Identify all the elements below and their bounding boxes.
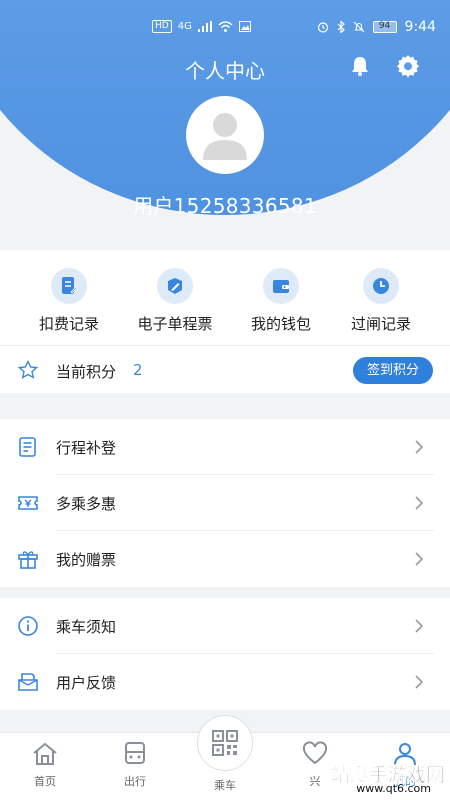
chevron-right-icon (415, 675, 424, 689)
chevron-right-icon (415, 552, 424, 566)
chevron-right-icon (415, 440, 424, 454)
user-placeholder-icon (203, 113, 247, 160)
network-badge: 4G (177, 21, 192, 32)
action-label: 过闸记录 (350, 315, 411, 333)
image-icon (238, 21, 251, 32)
action-label: 扣费记录 (38, 315, 99, 333)
clock-icon (373, 278, 389, 294)
star-icon (18, 360, 38, 379)
action-label: 电子单程票 (137, 315, 213, 333)
hd-badge: HD (152, 20, 172, 33)
receipt-icon (62, 277, 78, 294)
trip-document-icon (19, 437, 36, 457)
points-row: 当前积分 2 签到积分 (0, 345, 450, 393)
action-label: 我的钱包 (250, 315, 311, 333)
alarm-icon (317, 22, 328, 33)
menu-group-help: 乘车须知 用户反馈 (0, 598, 450, 710)
menu-item-feedback[interactable]: 用户反馈 (0, 654, 450, 710)
bell-icon[interactable] (349, 55, 371, 77)
quick-actions: 扣费记录 电子单程票 我的钱包 过闸记录 (0, 250, 450, 345)
action-wallet[interactable]: 我的钱包 (231, 268, 331, 334)
info-icon (18, 616, 38, 636)
menu-item-label: 我的赠票 (56, 551, 117, 569)
bluetooth-icon (337, 21, 345, 33)
status-bar: HD 4G 94 9:44 (0, 0, 450, 38)
menu-item-label: 多乘多惠 (56, 495, 117, 513)
mute-bell-icon (353, 21, 364, 33)
wifi-icon (218, 21, 233, 32)
watermark-url: www.qt6.com (356, 782, 431, 795)
menu-item-label: 用户反馈 (56, 674, 117, 692)
coupon-icon (18, 496, 38, 510)
feedback-icon (18, 673, 38, 691)
username: 用户15258336581 (133, 194, 317, 218)
chevron-right-icon (415, 496, 424, 510)
nav-travel[interactable]: 出行 (100, 741, 170, 789)
points-label: 当前积分 (56, 363, 117, 381)
menu-item-label: 行程补登 (56, 439, 117, 457)
nav-label: 出行 (124, 775, 146, 788)
ticket-edit-icon (168, 278, 182, 294)
gift-icon (18, 551, 38, 569)
menu-item-riding-notice[interactable]: 乘车须知 (0, 598, 450, 654)
menu-group-trips: 行程补登 多乘多惠 我的赠票 (0, 419, 450, 587)
profile-header: HD 4G 94 9:44 个人中心 用户15258336581 (0, 0, 450, 250)
watermark: 靖蜓手游戏网 www.qt6.com (305, 760, 446, 798)
clock-time: 9:44 (404, 19, 436, 35)
sign-in-points-button[interactable]: 签到积分 (353, 357, 433, 384)
nav-ride-button[interactable] (197, 715, 253, 771)
train-icon (125, 742, 145, 764)
chevron-right-icon (415, 619, 424, 633)
gear-icon[interactable] (395, 53, 421, 79)
menu-item-multi-ride[interactable]: 多乘多惠 (0, 475, 450, 531)
action-e-ticket[interactable]: 电子单程票 (125, 268, 225, 334)
points-value: 2 (133, 361, 143, 379)
menu-item-label: 乘车须知 (56, 618, 117, 636)
qr-code-icon (212, 730, 238, 756)
nav-label: 乘车 (214, 779, 236, 792)
battery-indicator: 94 (372, 21, 397, 33)
signal-icon (197, 21, 212, 32)
menu-item-trip-makeup[interactable]: 行程补登 (0, 419, 450, 475)
action-gate-records[interactable]: 过闸记录 (331, 268, 431, 334)
wallet-icon (273, 280, 289, 293)
nav-home[interactable]: 首页 (10, 741, 80, 789)
action-charge-records[interactable]: 扣费记录 (19, 268, 119, 334)
nav-label: 首页 (34, 775, 56, 788)
avatar[interactable] (186, 96, 264, 174)
home-icon (33, 742, 57, 765)
menu-item-gift-tickets[interactable]: 我的赠票 (0, 531, 450, 587)
page-title: 个人中心 (185, 59, 265, 83)
